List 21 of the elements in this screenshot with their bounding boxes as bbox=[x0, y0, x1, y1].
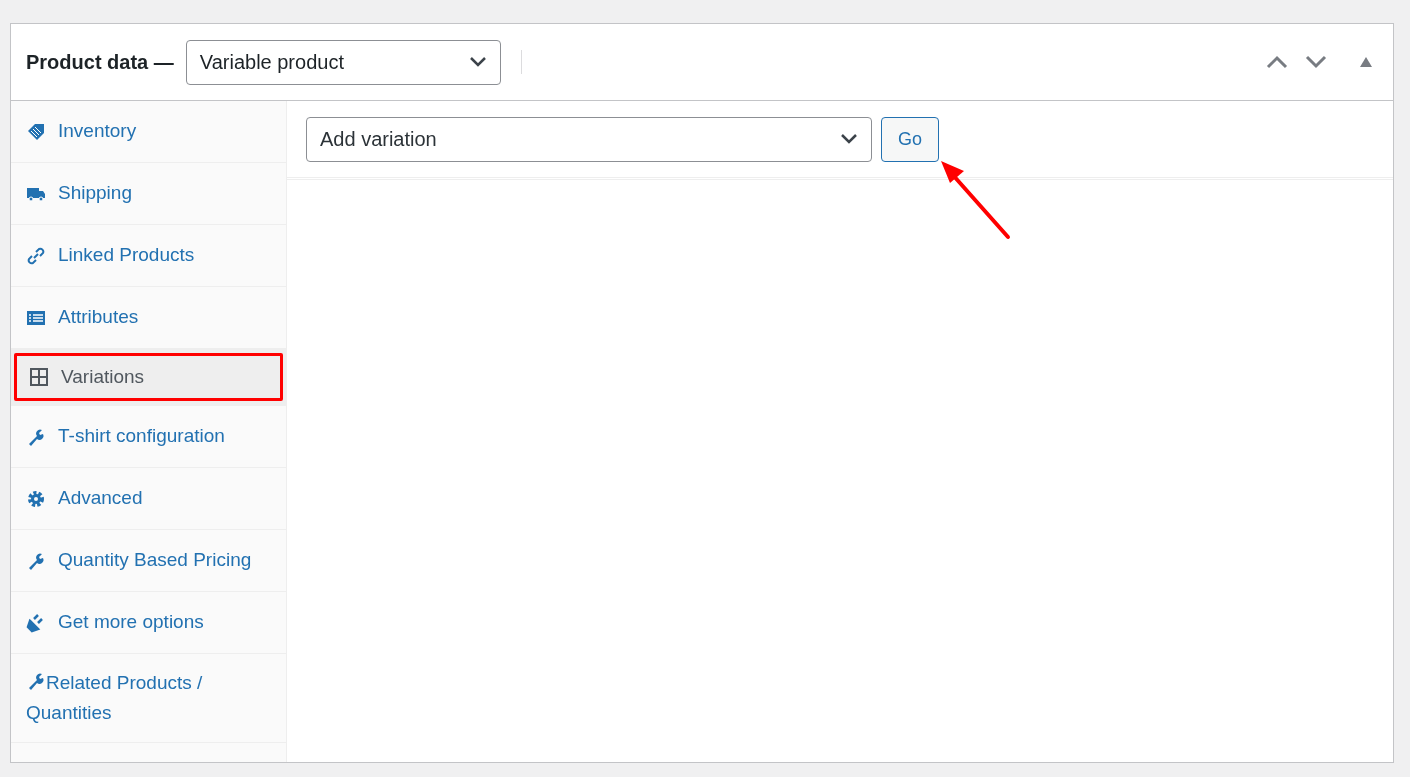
link-icon bbox=[26, 245, 46, 266]
sidebar-tab[interactable]: Inventory bbox=[11, 101, 286, 162]
sidebar-tab[interactable]: T-shirt configuration bbox=[11, 406, 286, 467]
plug-icon bbox=[26, 612, 46, 633]
add-variation-select[interactable]: Add variation bbox=[306, 116, 872, 162]
product-type-select[interactable]: Variable product bbox=[185, 39, 501, 85]
chevron-down-icon bbox=[468, 56, 487, 68]
grid-icon bbox=[29, 367, 49, 387]
sidebar-tab[interactable]: Attributes bbox=[11, 287, 286, 348]
sidebar-tab[interactable]: Quantity Based Pricing bbox=[11, 530, 286, 591]
gear-icon bbox=[26, 488, 46, 509]
sidebar-tab[interactable]: Related Products / Quantities bbox=[11, 654, 286, 742]
chevron-down-icon bbox=[840, 133, 858, 145]
panel-title: Product data — bbox=[26, 50, 174, 75]
sidebar-tab[interactable]: Advanced bbox=[11, 468, 286, 529]
sidebar-tab[interactable]: Linked Products bbox=[11, 225, 286, 286]
sidebar-tab[interactable]: Get more options bbox=[11, 592, 286, 653]
tag-icon bbox=[26, 121, 46, 142]
go-button[interactable]: Go bbox=[881, 116, 939, 162]
sidebar-tab[interactable]: Variations bbox=[14, 353, 283, 401]
sidebar-tab[interactable]: Shipping bbox=[11, 163, 286, 224]
